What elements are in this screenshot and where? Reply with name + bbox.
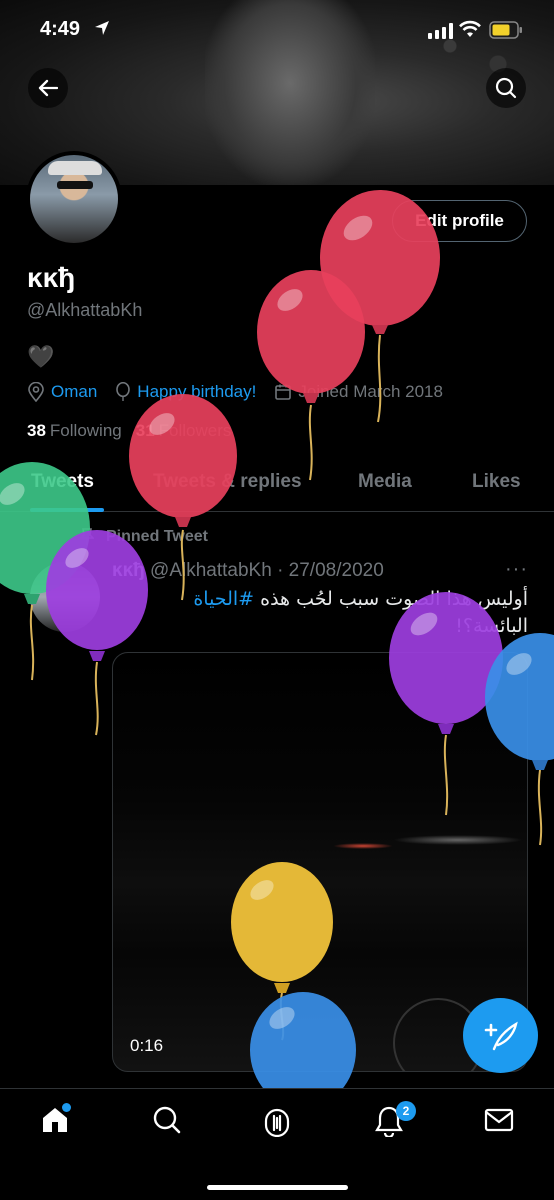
battery-icon — [489, 21, 522, 39]
video-light-streak — [393, 835, 523, 845]
compose-tweet-button[interactable] — [463, 998, 538, 1073]
profile-avatar[interactable] — [26, 151, 122, 247]
home-indicator — [207, 1185, 348, 1190]
following-count: 38 — [27, 421, 46, 440]
joined-item: Joined March 2018 — [274, 382, 443, 402]
followers-label: Followers — [158, 421, 232, 440]
bottom-navigation: 2 — [0, 1088, 554, 1200]
location-arrow-icon — [95, 21, 109, 35]
avatar-glasses — [57, 181, 93, 189]
tab-tweets-replies[interactable]: Tweets & replies — [153, 471, 302, 493]
video-light-streak — [333, 843, 393, 849]
active-tab-indicator — [30, 508, 104, 512]
pinned-text: Pinned Tweet — [106, 528, 208, 545]
calendar-icon — [275, 384, 292, 400]
tweet-author-name[interactable]: ĸĸђ — [112, 560, 145, 581]
tab-likes[interactable]: Likes — [472, 471, 521, 493]
pinned-tweet-label: Pinned Tweet — [80, 528, 208, 546]
tweet-author-avatar[interactable] — [30, 562, 100, 632]
wifi-icon — [459, 20, 481, 37]
following-label: Following — [49, 421, 122, 440]
tweet-author-handle[interactable]: @AlkhattabKh — [150, 560, 272, 581]
tweet-text-line1: أوليس هذا الصوت سبب لحُب هذه — [260, 588, 528, 610]
avatar-cap — [48, 161, 102, 175]
tweet-date[interactable]: 27/08/2020 — [289, 560, 384, 581]
tweet-header: ĸĸђ @AlkhattabKh · 27/08/2020 — [112, 560, 384, 582]
search-icon — [495, 77, 517, 99]
search-button[interactable] — [486, 68, 526, 108]
profile-tabs: Tweets Tweets & replies Media Likes — [0, 458, 554, 512]
tweet-text: أوليس هذا الصوت سبب لحُب هذه #الحياة الب… — [150, 586, 528, 640]
more-icon[interactable]: ··· — [505, 558, 528, 581]
spaces-icon[interactable] — [262, 1105, 292, 1137]
tab-tweets[interactable]: Tweets — [31, 471, 94, 493]
balloon-red-medium — [257, 270, 365, 481]
back-button[interactable] — [28, 68, 68, 108]
back-arrow-icon — [38, 79, 58, 97]
balloon-icon — [116, 382, 131, 401]
birthday-item: Happy birthday! — [115, 382, 256, 402]
joined-text: Joined March 2018 — [298, 382, 443, 401]
status-bar: 4:49 — [0, 0, 554, 60]
location-item: Oman — [27, 382, 97, 402]
status-time: 4:49 — [40, 18, 81, 40]
location-icon — [28, 382, 44, 402]
tweet-hashtag[interactable]: #الحياة — [193, 588, 254, 610]
followers-link[interactable]: 31 Followers — [136, 421, 232, 441]
edit-profile-button[interactable]: Edit profile — [392, 200, 527, 242]
followers-count: 31 — [135, 421, 155, 440]
user-handle: @AlkhattabKh — [27, 300, 143, 320]
cellular-signal-icon — [428, 23, 453, 39]
mail-icon[interactable] — [484, 1105, 514, 1135]
pin-icon — [80, 528, 94, 545]
home-notification-dot — [62, 1103, 71, 1112]
tweet-text-line2: البائسة؟! — [455, 615, 528, 637]
follow-counts: 38 Following 31 Followers — [27, 421, 245, 441]
location-text[interactable]: Oman — [51, 382, 97, 402]
search-icon[interactable] — [152, 1105, 182, 1135]
display-name: ĸĸђ — [27, 262, 76, 293]
notifications-badge: 2 — [396, 1101, 416, 1121]
tweet-separator: · — [277, 560, 284, 581]
tweet-video[interactable] — [112, 652, 528, 1072]
following-link[interactable]: 38 Following — [27, 421, 122, 441]
compose-icon — [484, 1021, 518, 1050]
profile-bio: 🖤 — [27, 344, 55, 369]
profile-meta: Oman Happy birthday! Joined March 2018 — [27, 380, 461, 404]
video-duration: 0:16 — [130, 1036, 164, 1055]
birthday-text[interactable]: Happy birthday! — [137, 382, 256, 402]
tab-media[interactable]: Media — [358, 471, 412, 493]
